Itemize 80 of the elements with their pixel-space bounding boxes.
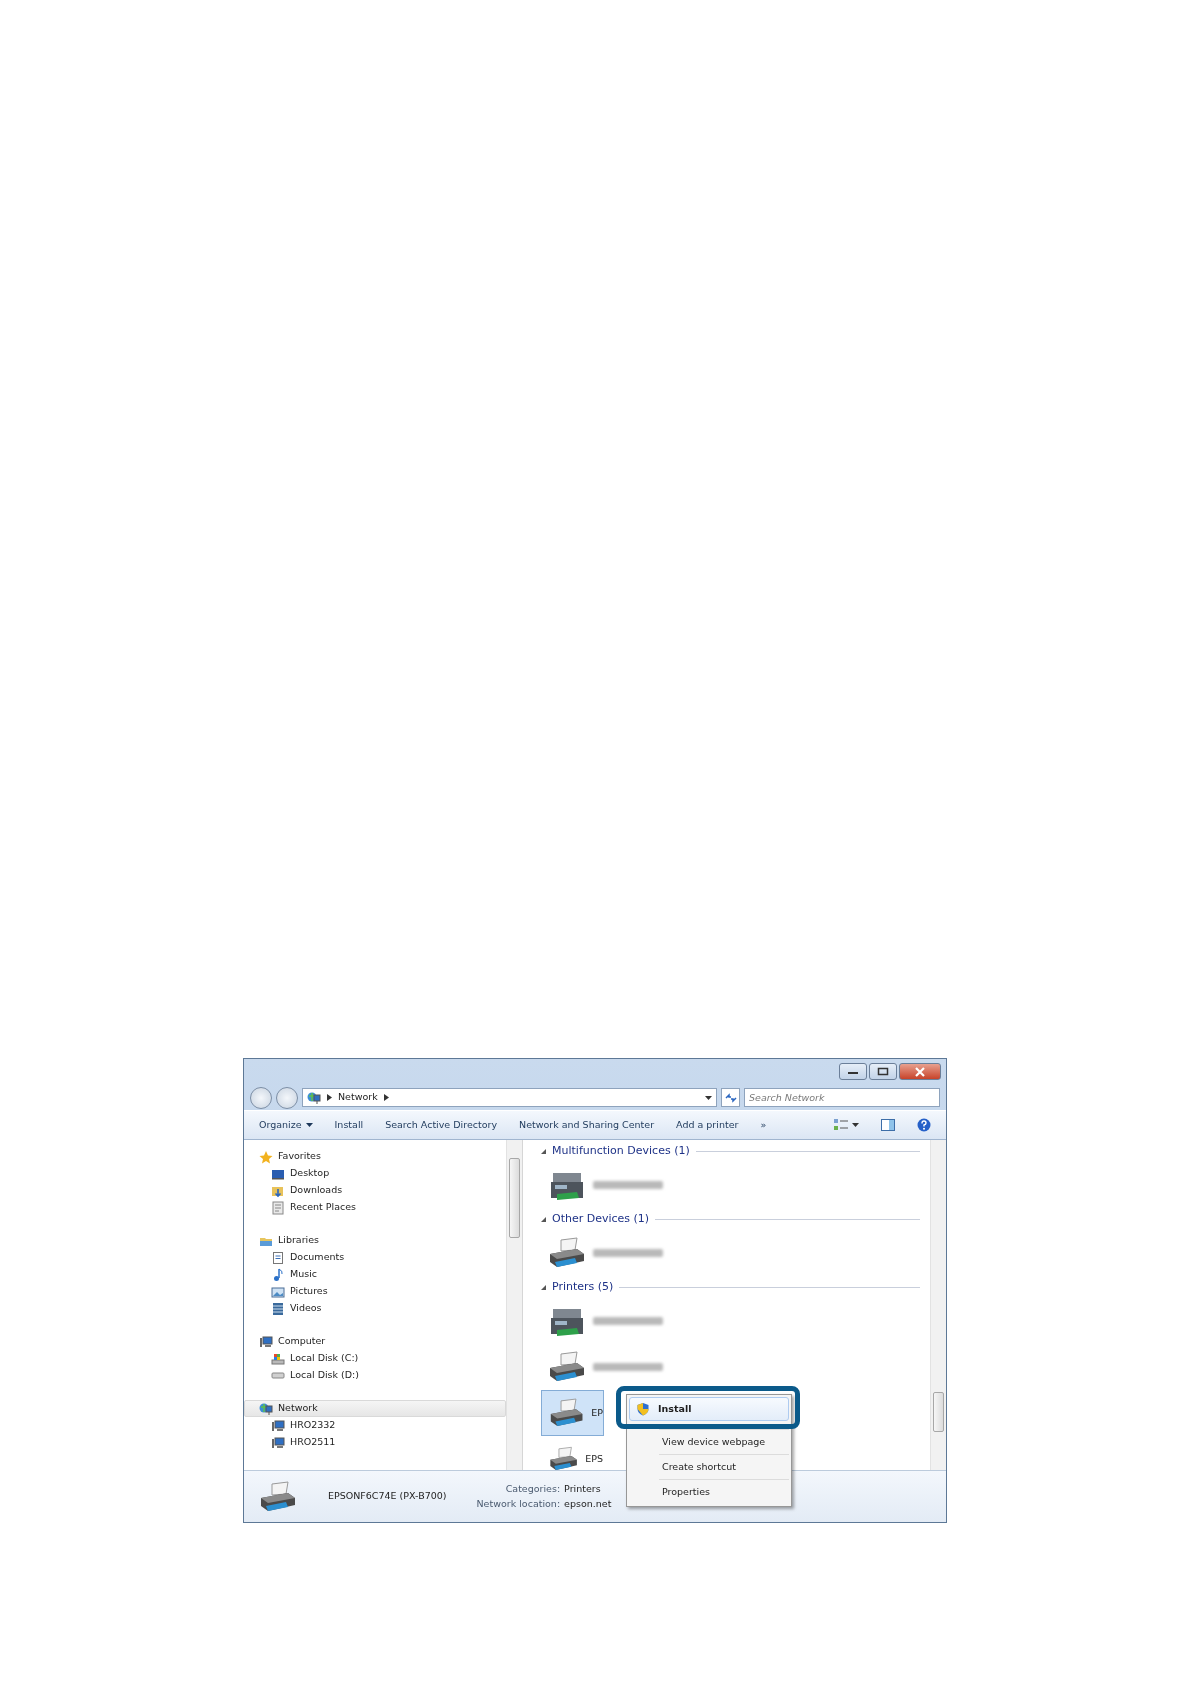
group-heading: Other Devices (1) <box>552 1210 650 1227</box>
search-field[interactable]: Search Network <box>744 1088 940 1107</box>
toolbar-button[interactable]: Add a printer <box>665 1114 750 1136</box>
document-icon <box>271 1200 285 1215</box>
back-button[interactable] <box>250 1086 272 1109</box>
toolbar-button[interactable]: Search Active Directory <box>374 1114 509 1136</box>
menu-item[interactable]: Properties <box>629 1480 789 1504</box>
nav-item[interactable]: Recent Places <box>244 1199 506 1216</box>
refresh-button[interactable] <box>721 1088 740 1107</box>
computer-icon <box>259 1334 273 1349</box>
field-value: epson.net <box>564 1496 612 1511</box>
computer-icon <box>271 1435 285 1450</box>
collapse-triangle-icon <box>541 1216 546 1222</box>
close-icon <box>914 1066 926 1077</box>
maximize-icon <box>877 1067 889 1076</box>
menu-item[interactable]: View device webpage <box>629 1430 789 1454</box>
printer-icon <box>547 1350 587 1384</box>
toolbar-button[interactable]: » <box>749 1114 778 1136</box>
nav-item[interactable]: Music <box>244 1266 506 1283</box>
organize-menu-button[interactable]: Organize <box>248 1114 324 1136</box>
nav-item[interactable]: Network <box>244 1400 506 1417</box>
field-value: Printers <box>564 1482 602 1497</box>
close-button[interactable] <box>899 1063 941 1080</box>
caret-icon <box>305 1123 313 1127</box>
nav-item[interactable]: Documents <box>244 1249 506 1266</box>
film-icon <box>271 1301 285 1316</box>
blurred-name <box>593 1317 663 1325</box>
nav-item[interactable]: HRO2332 <box>244 1417 506 1434</box>
caret-icon <box>852 1123 859 1127</box>
chevron-icon <box>327 1094 332 1101</box>
refresh-icon <box>724 1092 737 1103</box>
toolbar-button[interactable]: Network and Sharing Center <box>508 1114 666 1136</box>
collapse-triangle-icon <box>541 1148 546 1154</box>
drive-icon <box>271 1351 285 1366</box>
nav-item[interactable]: Favorites <box>244 1148 506 1165</box>
address-field[interactable]: Network <box>302 1088 717 1107</box>
nav-item[interactable]: Downloads <box>244 1182 506 1199</box>
menu-item[interactable]: Create shortcut <box>629 1455 789 1479</box>
scrollbar[interactable] <box>930 1140 946 1470</box>
nav-item[interactable]: Libraries <box>244 1232 506 1249</box>
pane-icon <box>881 1119 895 1132</box>
nav-item[interactable]: Pictures <box>244 1283 506 1300</box>
chevron-icon <box>383 1094 389 1101</box>
minimize-button[interactable] <box>839 1063 867 1080</box>
view-list-icon <box>834 1119 848 1131</box>
printer-icon <box>547 1236 587 1270</box>
shield-icon <box>636 1402 650 1416</box>
nav-item[interactable]: HRO2511 <box>244 1434 506 1451</box>
blurred-name <box>593 1363 663 1371</box>
toolbar-button[interactable]: Install <box>323 1114 375 1136</box>
nav-item[interactable]: Local Disk (D:) <box>244 1367 506 1384</box>
maximize-button[interactable] <box>869 1063 897 1080</box>
picture-icon <box>271 1284 285 1299</box>
nav-item[interactable]: Local Disk (C:) <box>244 1350 506 1367</box>
network-icon <box>259 1401 273 1416</box>
menu-item[interactable]: Install <box>629 1397 789 1421</box>
collapse-triangle-icon <box>541 1284 546 1290</box>
computer-icon <box>271 1418 285 1433</box>
star-icon <box>259 1149 273 1164</box>
scrollbar[interactable] <box>506 1140 522 1470</box>
dropdown-arrow-icon <box>705 1095 712 1100</box>
device-name: EPSONF6C74E (PX-B700) <box>328 1489 447 1504</box>
device-item[interactable]: EPS <box>541 1436 604 1482</box>
nav-item[interactable]: Desktop <box>244 1165 506 1182</box>
document-icon <box>271 1250 285 1265</box>
device-item[interactable]: EP <box>541 1390 604 1436</box>
field-label: Categories: <box>504 1482 561 1497</box>
group-heading: Multifunction Devices (1) <box>552 1142 690 1159</box>
help-icon <box>917 1118 931 1133</box>
field-label: Network location: <box>476 1496 561 1511</box>
drive-icon <box>271 1372 285 1379</box>
forward-button[interactable] <box>276 1086 298 1109</box>
nav-item[interactable]: Computer <box>244 1333 506 1350</box>
nav-item[interactable]: Videos <box>244 1300 506 1317</box>
printer-icon <box>258 1479 298 1514</box>
music-note-icon <box>271 1267 285 1282</box>
network-icon <box>307 1090 321 1105</box>
group-heading: Printers (5) <box>552 1278 614 1295</box>
blurred-name <box>593 1181 663 1189</box>
blurred-name <box>593 1249 663 1257</box>
